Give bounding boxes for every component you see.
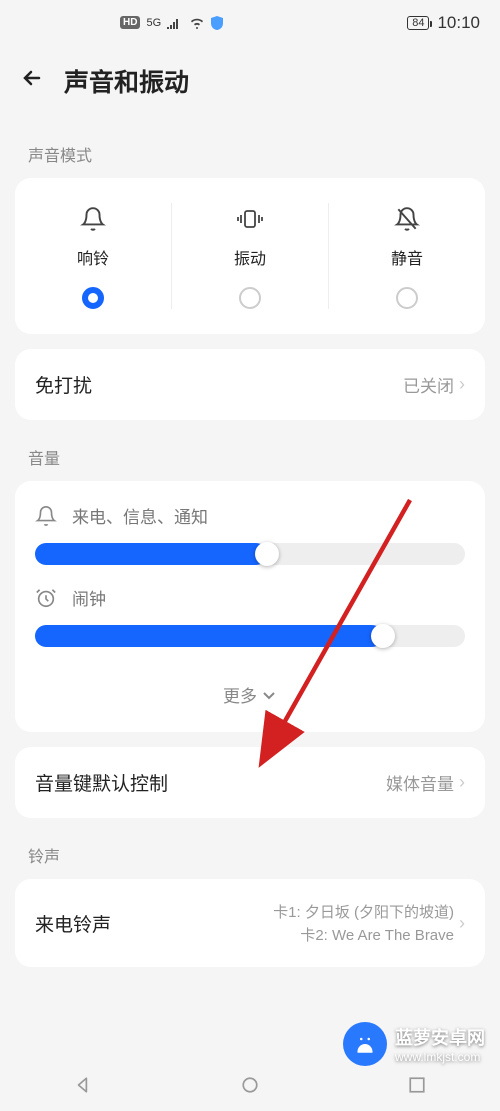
watermark-title: 蓝萝安卓网: [395, 1024, 485, 1050]
back-button[interactable]: [20, 66, 44, 97]
nav-recent[interactable]: [408, 1076, 426, 1099]
sound-mode-section-label: 声音模式: [0, 117, 500, 178]
bell-outline-icon: [35, 505, 57, 527]
volume-key-row[interactable]: 音量键默认控制 媒体音量 ›: [15, 747, 485, 818]
wifi-icon: [189, 17, 205, 29]
sound-mode-ring[interactable]: 响铃: [15, 203, 172, 309]
hd-badge: HD: [120, 16, 140, 29]
chevron-down-icon: [261, 687, 277, 703]
sound-mode-vibrate[interactable]: 振动: [172, 203, 329, 309]
slider-calls[interactable]: [35, 543, 465, 565]
dnd-value: 已关闭: [403, 372, 454, 397]
ringtone-title: 来电铃声: [35, 910, 111, 937]
watermark-url: www.lmkjst.com: [395, 1050, 480, 1064]
volume-key-value: 媒体音量: [386, 770, 454, 795]
network-indicator: 5G: [146, 17, 161, 29]
navigation-bar: [0, 1063, 500, 1111]
bell-off-icon: [394, 203, 420, 235]
more-button[interactable]: 更多: [35, 667, 465, 727]
shield-icon: [211, 16, 223, 30]
sound-mode-card: 响铃 振动 静音: [15, 178, 485, 334]
watermark: 蓝萝安卓网 www.lmkjst.com: [343, 1022, 485, 1066]
page-header: 声音和振动: [0, 45, 500, 117]
radio-vibrate[interactable]: [239, 287, 261, 309]
dnd-card: 免打扰 已关闭 ›: [15, 349, 485, 420]
radio-silent[interactable]: [396, 287, 418, 309]
vibrate-icon: [236, 203, 264, 235]
volume-alarm: 闹钟: [35, 585, 465, 647]
volume-card: 来电、信息、通知 闹钟 更多: [15, 481, 485, 732]
ringtone-row[interactable]: 来电铃声 卡1: 夕日坂 (夕阳下的坡道) 卡2: We Are The Bra…: [15, 879, 485, 967]
clock: 10:10: [437, 13, 480, 33]
radio-ring[interactable]: [82, 287, 104, 309]
chevron-right-icon: ›: [459, 772, 465, 793]
ringtone-card: 来电铃声 卡1: 夕日坂 (夕阳下的坡道) 卡2: We Are The Bra…: [15, 879, 485, 967]
chevron-right-icon: ›: [459, 913, 465, 934]
ringtone-sim2: 卡2: We Are The Brave: [300, 924, 454, 945]
status-bar: HD 5G 84 10:10: [0, 0, 500, 45]
watermark-logo-icon: [343, 1022, 387, 1066]
bell-icon: [80, 203, 106, 235]
sound-mode-silent[interactable]: 静音: [329, 203, 485, 309]
chevron-right-icon: ›: [459, 374, 465, 395]
battery-indicator: 84: [407, 16, 429, 30]
ringtone-section-label: 铃声: [0, 818, 500, 879]
slider-alarm[interactable]: [35, 625, 465, 647]
volume-key-card: 音量键默认控制 媒体音量 ›: [15, 747, 485, 818]
dnd-title: 免打扰: [35, 371, 92, 398]
ringtone-sim1: 卡1: 夕日坂 (夕阳下的坡道): [273, 901, 454, 922]
nav-back[interactable]: [74, 1076, 92, 1099]
volume-calls: 来电、信息、通知: [35, 503, 465, 565]
nav-home[interactable]: [241, 1076, 259, 1099]
dnd-row[interactable]: 免打扰 已关闭 ›: [15, 349, 485, 420]
volume-key-title: 音量键默认控制: [35, 769, 168, 796]
page-title: 声音和振动: [64, 63, 189, 99]
alarm-icon: [35, 587, 57, 609]
signal-icon: [167, 17, 183, 29]
volume-section-label: 音量: [0, 420, 500, 481]
